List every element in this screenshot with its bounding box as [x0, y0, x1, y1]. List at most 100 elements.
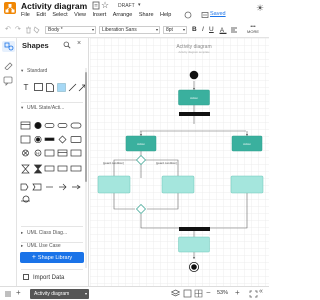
- fork-bar[interactable]: [179, 112, 210, 116]
- chevron-down-icon: ▾: [21, 105, 24, 110]
- section-label: Standard: [27, 68, 48, 74]
- grid-icon[interactable]: [194, 289, 203, 298]
- sidebar-scrollbar-thumb[interactable]: [85, 72, 87, 182]
- status-bar: + Activity diagram ▾ − 53% + «: [0, 286, 269, 300]
- section-label: UML Class Diag...: [27, 230, 68, 236]
- shape-library-button[interactable]: + Shape Library: [20, 252, 84, 263]
- import-data-item[interactable]: Import Data: [23, 274, 64, 282]
- shapes-panel: Shapes × ▾ Standard T ▾ UML State/Acti..…: [17, 38, 89, 286]
- search-icon[interactable]: [63, 41, 71, 49]
- note-shape-icon[interactable]: [45, 82, 55, 92]
- action-node-guard-left[interactable]: [97, 175, 131, 194]
- section-uml-state-header[interactable]: ▾ UML State/Acti...: [21, 105, 83, 113]
- chevron-down-icon: ▾: [91, 27, 94, 32]
- menu-file[interactable]: File: [21, 12, 30, 18]
- help-lock-icon[interactable]: [184, 11, 192, 19]
- document-title[interactable]: Activity diagram: [21, 1, 87, 11]
- menu-view[interactable]: View: [74, 12, 86, 18]
- menu-share[interactable]: Share: [139, 12, 154, 18]
- plus-icon: +: [31, 254, 36, 261]
- action-node-bottom[interactable]: [178, 236, 210, 253]
- sticky-note-icon[interactable]: [56, 82, 66, 92]
- sun-icon[interactable]: ☀: [256, 3, 264, 14]
- pages-menu-icon[interactable]: [4, 290, 12, 298]
- align-icon[interactable]: [230, 26, 238, 34]
- status-badge[interactable]: DRAFT: [118, 3, 135, 9]
- redo-icon[interactable]: ↷: [15, 25, 21, 33]
- divider: [21, 226, 83, 227]
- layers-icon[interactable]: [171, 289, 180, 298]
- menu-insert[interactable]: Insert: [92, 12, 106, 18]
- section-uml-usecase-header[interactable]: ▸ UML Use Case: [21, 243, 83, 251]
- style-select[interactable]: Body * ▾: [45, 26, 96, 34]
- uml-state-shape-grid[interactable]: H: [17, 121, 89, 221]
- chevron-right-icon: ▸: [21, 230, 24, 235]
- outline-icon[interactable]: [183, 289, 192, 298]
- guard-label-right[interactable]: [guard condition]: [156, 161, 177, 165]
- text-shape-icon[interactable]: T: [21, 82, 31, 92]
- divider: [21, 269, 83, 270]
- section-uml-class-header[interactable]: ▸ UML Class Diag...: [21, 230, 83, 238]
- rename-icon[interactable]: [92, 1, 100, 10]
- action-node-right-label: Action: [243, 142, 251, 146]
- svg-text:H: H: [36, 151, 39, 156]
- star-icon[interactable]: ☆: [101, 0, 109, 11]
- menu-arrange[interactable]: Arrange: [113, 12, 133, 18]
- fill-color-icon[interactable]: [33, 26, 41, 34]
- merge-node[interactable]: [136, 204, 146, 214]
- section-label: UML State/Acti...: [27, 105, 65, 111]
- add-page-button[interactable]: +: [16, 288, 21, 297]
- comments-rail-icon[interactable]: [3, 76, 14, 86]
- sidebar-scrollbar[interactable]: [85, 68, 87, 268]
- more-button[interactable]: ••• MORE: [244, 25, 262, 36]
- delete-icon[interactable]: [25, 26, 32, 34]
- fit-page-icon[interactable]: [249, 290, 258, 298]
- toolbar: ↶ ↷ Body * ▾ Liberation Sans ▾ 8pt ▾ B I U …: [0, 24, 269, 38]
- zoom-out-button[interactable]: −: [206, 288, 211, 297]
- decision-node[interactable]: [136, 155, 146, 165]
- chevron-down-icon: ▾: [84, 291, 87, 296]
- menu-edit[interactable]: Edit: [36, 12, 45, 18]
- section-standard-header[interactable]: ▾ Standard: [21, 68, 83, 76]
- italic-button[interactable]: I: [202, 26, 204, 33]
- section-label: UML Use Case: [27, 243, 61, 249]
- zoom-in-button[interactable]: +: [235, 288, 240, 297]
- font-select[interactable]: Liberation Sans ▾: [99, 26, 160, 34]
- menu-help[interactable]: Help: [160, 12, 171, 18]
- font-select-value: Liberation Sans: [102, 27, 137, 33]
- bold-button[interactable]: B: [192, 26, 197, 33]
- collapse-icon[interactable]: «: [259, 288, 263, 295]
- menu-select[interactable]: Select: [52, 12, 67, 18]
- app-logo-icon: [4, 2, 16, 14]
- start-node[interactable]: [189, 70, 199, 80]
- chevron-down-icon: ▾: [155, 27, 158, 32]
- end-node-inner: [191, 264, 197, 270]
- guard-label-left[interactable]: [guard condition]: [103, 161, 124, 165]
- zoom-level[interactable]: 53%: [217, 290, 228, 296]
- font-size-select[interactable]: 8pt ▾: [163, 26, 187, 34]
- action-node-right-lower[interactable]: [230, 175, 264, 194]
- rectangle-shape-icon[interactable]: [33, 82, 43, 92]
- style-select-value: Body *: [48, 27, 63, 33]
- close-icon[interactable]: ×: [77, 40, 81, 47]
- underline-button[interactable]: U: [209, 26, 214, 33]
- saved-status[interactable]: Saved: [210, 11, 226, 17]
- menu-bar: File Edit Select View Insert Arrange Share Help: [21, 12, 178, 18]
- import-data-label: Import Data: [33, 275, 65, 281]
- chevron-right-icon: ▸: [21, 243, 24, 248]
- canvas[interactable]: Activity diagram Activity diagram templa…: [90, 38, 269, 286]
- undo-icon[interactable]: ↶: [5, 25, 11, 33]
- diagram-subtitle[interactable]: Activity diagram template: [178, 50, 210, 54]
- chevron-down-icon[interactable]: ▾: [138, 2, 141, 8]
- page-tab-active[interactable]: Activity diagram ▾: [30, 289, 89, 299]
- format-rail-icon[interactable]: [3, 60, 14, 70]
- shapes-rail-icon[interactable]: [2, 41, 15, 52]
- left-rail: [0, 38, 17, 286]
- line-shape-icon[interactable]: [67, 82, 77, 92]
- action-node-guard-right[interactable]: [161, 175, 195, 194]
- chevron-down-icon: ▾: [21, 68, 24, 73]
- join-bar[interactable]: [179, 227, 210, 231]
- font-color-icon[interactable]: A: [219, 26, 227, 34]
- page-tab-label: Activity diagram: [34, 291, 70, 297]
- font-size-value: 8pt: [166, 27, 173, 33]
